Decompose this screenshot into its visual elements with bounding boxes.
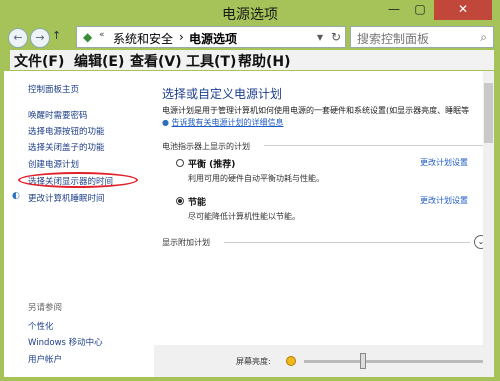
menu-file[interactable]: 文件(F) (14, 51, 64, 71)
divider (264, 145, 484, 146)
page-title: 选择或自定义电源计划 (162, 87, 283, 101)
sidebar-item-create-plan[interactable]: 创建电源计划 (28, 158, 79, 170)
menu-tools[interactable]: 工具(T) (186, 51, 236, 71)
brightness-slider[interactable] (304, 360, 484, 363)
plan-power-saver-desc: 尽可能降低计算机性能以节能。 (188, 212, 300, 221)
sidebar-item-lid[interactable]: 选择关闭盖子的功能 (28, 141, 105, 153)
menu-bar: 文件(F) 编辑(E) 查看(V) 工具(T) 帮助(H) (10, 50, 494, 70)
menu-edit[interactable]: 编辑(E) (74, 51, 124, 71)
maximize-button[interactable]: ▢ (407, 0, 433, 20)
see-also-mobility-center[interactable]: Windows 移动中心 (28, 336, 103, 348)
sidebar-item-sleep[interactable]: 更改计算机睡眠时间 (28, 192, 105, 204)
section-label: 电池指示器上显示的计划 (162, 142, 250, 151)
sidebar-item-password-wake[interactable]: 唤醒时需要密码 (28, 109, 88, 121)
description: 电源计划是用于管理计算机如何使用电源的一套硬件和系统设置(如显示器亮度、睡眠等 … (162, 106, 470, 127)
sidebar-home[interactable]: 控制面板主页 (28, 83, 79, 95)
help-icon: ● (162, 118, 169, 127)
address-field[interactable]: ◆ « 系统和安全 › 电源选项 ▾ ↻ (76, 26, 346, 48)
moon-icon: ◐ (12, 191, 20, 201)
sidebar-item-power-button[interactable]: 选择电源按钮的功能 (28, 125, 105, 137)
brightness-label: 屏幕亮度: (236, 357, 271, 366)
brightness-slider-thumb[interactable] (360, 353, 366, 369)
radio-power-saver[interactable] (176, 197, 184, 205)
menu-help[interactable]: 帮助(H) (238, 51, 291, 71)
main-panel: 选择或自定义电源计划 电源计划是用于管理计算机如何使用电源的一套硬件和系统设置(… (154, 71, 494, 377)
window: 电源选项 — ▢ ✕ ← → ↑ ◆ « 系统和安全 › 电源选项 ▾ ↻ 搜索… (0, 0, 500, 381)
dropdown-chevron-icon[interactable]: ▾ (317, 30, 323, 44)
search-input[interactable]: 搜索控制面板 ⌕ (350, 26, 494, 48)
show-additional-plans[interactable]: 显示附加计划 (162, 237, 210, 248)
divider (224, 242, 470, 243)
sun-icon (286, 356, 296, 366)
highlight-ellipse (18, 172, 138, 188)
address-bar: ← → ↑ ◆ « 系统和安全 › 电源选项 ▾ ↻ 搜索控制面板 ⌕ (6, 26, 494, 48)
radio-balanced[interactable] (176, 159, 184, 167)
menu-view[interactable]: 查看(V) (130, 51, 182, 71)
back-button[interactable]: ← (8, 28, 28, 48)
see-also-header: 另请参阅 (28, 303, 63, 313)
help-link[interactable]: 告诉我有关电源计划的详细信息 (172, 118, 284, 127)
forward-button[interactable]: → (30, 28, 50, 48)
sidebar: 控制面板主页 唤醒时需要密码 选择电源按钮的功能 选择关闭盖子的功能 创建电源计… (4, 71, 154, 377)
plan-balanced-name[interactable]: 平衡 (推荐) (188, 157, 235, 170)
see-also-personalize[interactable]: 个性化 (28, 320, 54, 332)
breadcrumb-power-options[interactable]: 电源选项 (189, 30, 237, 47)
scrollbar[interactable] (483, 71, 494, 377)
change-plan-balanced[interactable]: 更改计划设置 (420, 157, 468, 168)
change-plan-power-saver[interactable]: 更改计划设置 (420, 195, 468, 206)
content-area: 控制面板主页 唤醒时需要密码 选择电源按钮的功能 选择关闭盖子的功能 创建电源计… (4, 71, 494, 377)
breadcrumb-system-security[interactable]: 系统和安全 (113, 30, 173, 47)
close-button[interactable]: ✕ (434, 0, 492, 20)
scrollbar-thumb[interactable] (484, 83, 493, 143)
plan-balanced-desc: 利用可用的硬件自动平衡功耗与性能。 (188, 174, 324, 183)
search-icon[interactable]: ⌕ (480, 30, 487, 45)
refresh-icon[interactable]: ↻ (331, 30, 341, 44)
control-panel-icon: ◆ (83, 30, 93, 44)
see-also-user-accounts[interactable]: 用户帐户 (28, 353, 62, 365)
breadcrumb-separator: › (179, 30, 184, 44)
title-bar: 电源选项 — ▢ ✕ (0, 0, 500, 26)
up-icon[interactable]: ↑ (52, 29, 61, 42)
brightness-bar: 屏幕亮度: (154, 345, 494, 377)
minimize-button[interactable]: — (381, 0, 407, 20)
plan-power-saver-name[interactable]: 节能 (188, 195, 206, 208)
